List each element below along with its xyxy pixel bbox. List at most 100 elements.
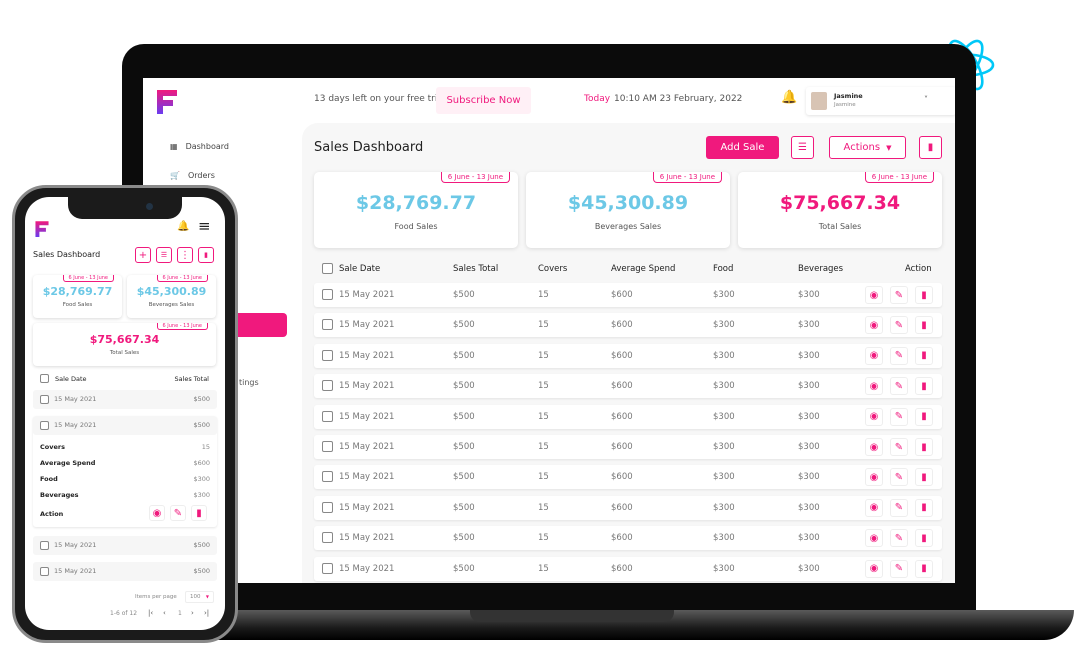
row-checkbox[interactable] — [322, 410, 333, 422]
sidebar-item-settings[interactable]: tings — [239, 378, 259, 387]
cell-covers: 15 — [538, 411, 549, 422]
row-checkbox[interactable] — [40, 421, 49, 430]
delete-button[interactable]: ▮ — [919, 136, 942, 159]
trash-icon[interactable]: ▮ — [915, 559, 933, 578]
view-icon[interactable]: ◉ — [865, 346, 883, 365]
first-page-icon[interactable]: |‹ — [148, 609, 153, 617]
row-checkbox[interactable] — [322, 501, 333, 513]
view-icon[interactable]: ◉ — [865, 559, 883, 578]
row-checkbox[interactable] — [322, 380, 333, 392]
list-item[interactable]: 15 May 2021 $500 — [33, 390, 217, 409]
sidebar-item-orders[interactable]: 🛒 Orders — [170, 171, 215, 180]
trash-icon[interactable]: ▮ — [915, 468, 933, 487]
cell-beverages: $300 — [798, 533, 820, 544]
filter-button[interactable]: ☰ — [791, 136, 814, 159]
sidebar-item-dashboard[interactable]: ▦ Dashboard — [170, 142, 229, 151]
col-sale-date: Sale Date — [339, 264, 381, 274]
table-row[interactable]: 15 May 2021 $500 15 $600 $300 $300 ◉ ✎ ▮ — [314, 435, 942, 459]
row-checkbox[interactable] — [322, 289, 333, 300]
next-page-icon[interactable]: › — [191, 609, 194, 617]
cell-average-spend: $600 — [611, 381, 633, 392]
edit-icon[interactable]: ✎ — [890, 529, 908, 548]
table-row[interactable]: 15 May 2021 $500 15 $600 $300 $300 ◉ ✎ ▮ — [314, 343, 942, 368]
row-checkbox[interactable] — [40, 541, 49, 550]
subscribe-button[interactable]: Subscribe Now — [436, 87, 531, 114]
edit-icon[interactable]: ✎ — [890, 498, 908, 517]
select-all-checkbox[interactable] — [322, 263, 333, 274]
caret-down-icon: ▼ — [886, 143, 892, 152]
view-icon[interactable]: ◉ — [865, 316, 883, 335]
list-item[interactable]: 15 May 2021 $500 — [33, 416, 217, 435]
view-icon[interactable]: ◉ — [865, 377, 883, 396]
row-checkbox[interactable] — [322, 562, 333, 574]
view-icon[interactable]: ◉ — [865, 498, 883, 517]
cell-food: $300 — [713, 472, 735, 483]
row-checkbox[interactable] — [322, 532, 333, 544]
view-icon[interactable]: ◉ — [865, 529, 883, 548]
edit-icon[interactable]: ✎ — [890, 468, 908, 487]
edit-icon[interactable]: ✎ — [890, 438, 908, 456]
table-row[interactable]: 15 May 2021 $500 15 $600 $300 $300 ◉ ✎ ▮ — [314, 495, 942, 520]
cell-covers: 15 — [538, 533, 549, 544]
edit-icon[interactable]: ✎ — [890, 559, 908, 578]
last-page-icon[interactable]: ›| — [204, 609, 209, 617]
table-row[interactable]: 15 May 2021 $500 15 $600 $300 $300 ◉ ✎ ▮ — [314, 374, 942, 399]
table-row[interactable]: 15 May 2021 $500 15 $600 $300 $300 ◉ ✎ ▮ — [314, 404, 942, 429]
view-icon[interactable]: ◉ — [149, 505, 165, 521]
row-checkbox[interactable] — [40, 567, 49, 576]
menu-icon[interactable]: ≡ — [198, 217, 211, 235]
table-row[interactable]: 15 May 2021 $500 15 $600 $300 $300 ◉ ✎ ▮ — [314, 465, 942, 490]
edit-icon[interactable]: ✎ — [890, 407, 908, 426]
edit-icon[interactable]: ✎ — [890, 286, 908, 304]
user-menu[interactable]: Jasmine Jasmine ˅ — [806, 87, 955, 115]
trash-icon: ▮ — [204, 251, 208, 259]
row-checkbox[interactable] — [322, 319, 333, 331]
edit-icon[interactable]: ✎ — [890, 377, 908, 396]
page-title: Sales Dashboard — [33, 250, 101, 259]
trash-icon[interactable]: ▮ — [915, 438, 933, 456]
table-row[interactable]: 15 May 2021 $500 15 $600 $300 $300 ◉ ✎ ▮ — [314, 283, 942, 307]
trash-icon[interactable]: ▮ — [915, 346, 933, 365]
row-checkbox[interactable] — [40, 395, 49, 404]
cell-covers: 15 — [538, 502, 549, 513]
trash-icon[interactable]: ▮ — [915, 286, 933, 304]
view-icon[interactable]: ◉ — [865, 286, 883, 304]
table-row[interactable]: 15 May 2021 $500 15 $600 $300 $300 ◉ ✎ ▮ — [314, 313, 942, 338]
actions-dropdown[interactable]: Actions ▼ — [829, 136, 906, 159]
trash-icon[interactable]: ▮ — [915, 498, 933, 517]
table-row[interactable]: 15 May 2021 $500 15 $600 $300 $300 ◉ ✎ ▮ — [314, 556, 942, 581]
add-sale-button[interactable]: Add Sale — [706, 136, 779, 159]
view-icon[interactable]: ◉ — [865, 468, 883, 487]
trash-icon[interactable]: ▮ — [915, 316, 933, 335]
cell-sales-total: $500 — [453, 472, 475, 483]
bell-icon[interactable]: 🔔 — [781, 90, 797, 105]
row-checkbox[interactable] — [322, 349, 333, 361]
edit-icon[interactable]: ✎ — [170, 505, 186, 521]
cell-sale-date: 15 May 2021 — [339, 533, 395, 544]
edit-icon[interactable]: ✎ — [890, 346, 908, 365]
row-checkbox[interactable] — [322, 441, 333, 452]
bell-icon[interactable]: 🔔 — [177, 221, 189, 232]
filter-button[interactable]: ☰ — [156, 247, 172, 263]
select-all-checkbox[interactable] — [40, 374, 49, 383]
list-item[interactable]: 15 May 2021 $500 — [33, 536, 217, 555]
trash-icon[interactable]: ▮ — [191, 505, 207, 521]
delete-button[interactable]: ▮ — [198, 247, 214, 263]
edit-icon[interactable]: ✎ — [890, 316, 908, 335]
list-item[interactable]: 15 May 2021 $500 — [33, 562, 217, 581]
app-logo — [35, 221, 49, 237]
trash-icon[interactable]: ▮ — [915, 529, 933, 548]
trash-icon[interactable]: ▮ — [915, 407, 933, 426]
more-button[interactable]: ⋮ — [177, 247, 193, 263]
items-per-page-select[interactable]: 100 ▼ — [185, 591, 214, 603]
cell-food: $300 — [713, 502, 735, 513]
trash-icon[interactable]: ▮ — [915, 377, 933, 396]
view-icon[interactable]: ◉ — [865, 407, 883, 426]
cell-beverages: $300 — [798, 472, 820, 483]
add-button[interactable]: + — [135, 247, 151, 263]
view-icon[interactable]: ◉ — [865, 438, 883, 456]
row-checkbox[interactable] — [322, 471, 333, 483]
table-row[interactable]: 15 May 2021 $500 15 $600 $300 $300 ◉ ✎ ▮ — [314, 526, 942, 551]
card-label: Food Sales — [62, 302, 93, 308]
prev-page-icon[interactable]: ‹ — [163, 609, 166, 617]
